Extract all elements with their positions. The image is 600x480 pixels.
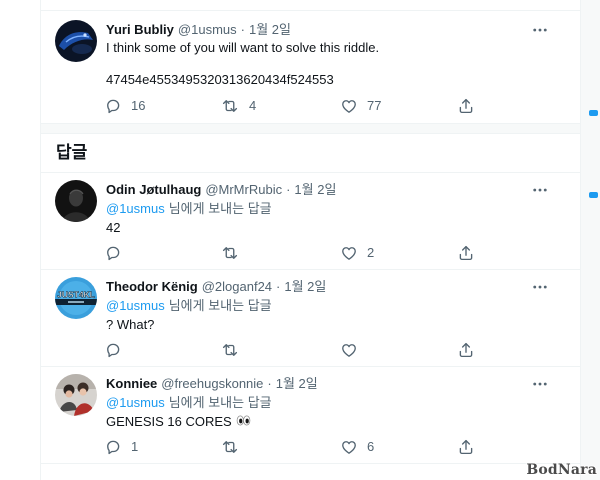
tweet-date[interactable]: 1월 2일 <box>249 22 291 37</box>
reply-tweet[interactable]: Odin Jøtulhaug @MrMrRubic · 1월 2일 @1usmus 님에… <box>41 173 580 269</box>
meta-separator: · <box>240 22 245 37</box>
tweet-date[interactable]: 1월 2일 <box>276 376 318 391</box>
retweet-icon[interactable] <box>221 244 239 262</box>
watermark: BodNara <box>526 462 597 478</box>
reply-count: 16 <box>131 98 146 113</box>
tweet-text: GENESIS 16 CORES <box>106 414 232 429</box>
reply-tweet[interactable]: JUST4KL Theodor Kënig @2loganf24 · 1월 2일 @1… <box>41 270 580 366</box>
author-handle[interactable]: @2loganf24 <box>202 279 272 294</box>
avatar-logo-text: JUST4KL <box>57 290 95 300</box>
tweet-actions: 2 <box>41 244 580 262</box>
reply-to-handle[interactable]: @1usmus <box>106 298 165 313</box>
meta-separator: · <box>267 376 272 391</box>
more-icon[interactable] <box>531 278 549 296</box>
tweet-text: 42 <box>106 220 121 235</box>
reply-to-line: @1usmus 님에게 보내는 답글 <box>106 200 272 218</box>
retweet-icon[interactable] <box>221 97 239 115</box>
tweet-text: I think some of you will want to solve t… <box>106 40 380 55</box>
right-sidebar <box>581 0 600 480</box>
more-icon[interactable] <box>531 375 549 393</box>
reply-icon[interactable] <box>104 438 122 456</box>
retweet-icon[interactable] <box>221 341 239 359</box>
share-icon[interactable] <box>457 97 475 115</box>
timeline-column: Yuri Bubliy @1usmus · 1월 2일 I think some of… <box>40 0 581 480</box>
avatar-konniee[interactable] <box>55 374 97 416</box>
eyes-emoji-icon <box>236 413 251 431</box>
tweet-date[interactable]: 1월 2일 <box>284 279 326 294</box>
reply-to-suffix: 님에게 보내는 답글 <box>168 201 272 216</box>
author-handle[interactable]: @MrMrRubic <box>205 182 282 197</box>
more-icon[interactable] <box>531 21 549 39</box>
tweet-thread-page: Yuri Bubliy @1usmus · 1월 2일 I think some of… <box>0 0 600 480</box>
heart-icon[interactable] <box>340 97 358 115</box>
reply-to-handle[interactable]: @1usmus <box>106 395 165 410</box>
tweet-date[interactable]: 1월 2일 <box>294 182 336 197</box>
author-name[interactable]: Theodor Kënig <box>106 279 198 294</box>
heart-icon[interactable] <box>340 341 358 359</box>
retweet-icon[interactable] <box>221 438 239 456</box>
retweet-count: 4 <box>249 98 257 113</box>
sidebar-link-fragment[interactable] <box>589 192 598 198</box>
replies-header: 답글 <box>41 134 580 172</box>
replies-heading: 답글 <box>56 143 88 162</box>
heart-icon[interactable] <box>340 438 358 456</box>
meta-separator: · <box>276 279 281 294</box>
section-separator <box>41 123 580 134</box>
like-count: 6 <box>367 439 375 454</box>
tweet-actions <box>41 341 580 359</box>
tweet-actions: 16 4 77 <box>41 97 580 115</box>
author-handle[interactable]: @freehugskonnie <box>161 376 263 391</box>
reply-icon[interactable] <box>104 244 122 262</box>
tweet-text: ? What? <box>106 317 155 332</box>
like-count: 77 <box>367 98 382 113</box>
reply-count: 1 <box>131 439 139 454</box>
reply-to-suffix: 님에게 보내는 답글 <box>168 298 272 313</box>
divider <box>41 463 580 464</box>
share-icon[interactable] <box>457 244 475 262</box>
avatar-odin-jotulhaug[interactable] <box>55 180 97 222</box>
author-name[interactable]: Yuri Bubliy <box>106 22 174 37</box>
reply-tweet[interactable]: Konniee @freehugskonnie · 1월 2일 @1usmus 님에게 … <box>41 367 580 463</box>
tweet-text-line: GENESIS 16 CORES <box>106 413 251 431</box>
heart-icon[interactable] <box>340 244 358 262</box>
avatar-yuri-bubliy[interactable] <box>55 20 97 62</box>
reply-to-suffix: 님에게 보내는 답글 <box>168 395 272 410</box>
author-handle[interactable]: @1usmus <box>178 22 237 37</box>
reply-to-line: @1usmus 님에게 보내는 답글 <box>106 297 272 315</box>
tweet-header: Yuri Bubliy @1usmus · 1월 2일 <box>106 21 291 39</box>
author-name[interactable]: Odin Jøtulhaug <box>106 182 201 197</box>
sidebar-link-fragment[interactable] <box>589 110 598 116</box>
more-icon[interactable] <box>531 181 549 199</box>
tweet-header: Konniee @freehugskonnie · 1월 2일 <box>106 375 318 393</box>
meta-separator: · <box>286 182 291 197</box>
reply-to-line: @1usmus 님에게 보내는 답글 <box>106 394 272 412</box>
tweet-header: Theodor Kënig @2loganf24 · 1월 2일 <box>106 278 326 296</box>
main-tweet[interactable]: Yuri Bubliy @1usmus · 1월 2일 I think some of… <box>41 11 580 123</box>
avatar-theodor-kenig[interactable]: JUST4KL <box>55 277 97 319</box>
reply-to-handle[interactable]: @1usmus <box>106 201 165 216</box>
reply-icon[interactable] <box>104 97 122 115</box>
tweet-header: Odin Jøtulhaug @MrMrRubic · 1월 2일 <box>106 181 336 199</box>
tweet-actions: 1 6 <box>41 438 580 456</box>
tweet-hex-code: 47454e4553495320313620434f524553 <box>106 72 334 87</box>
share-icon[interactable] <box>457 341 475 359</box>
reply-icon[interactable] <box>104 341 122 359</box>
share-icon[interactable] <box>457 438 475 456</box>
like-count: 2 <box>367 245 375 260</box>
author-name[interactable]: Konniee <box>106 376 157 391</box>
